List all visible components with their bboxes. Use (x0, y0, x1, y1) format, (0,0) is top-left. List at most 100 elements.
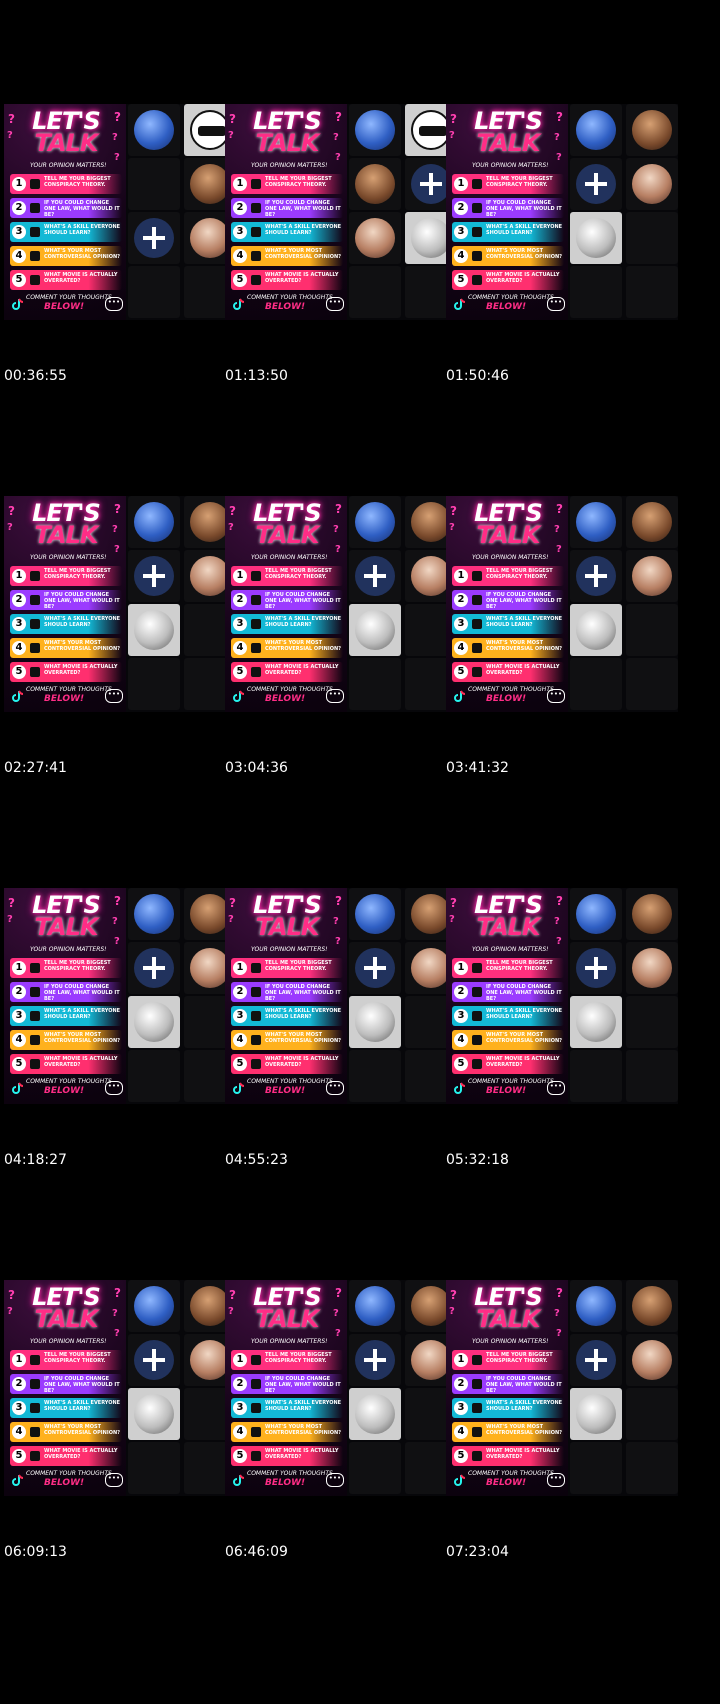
participant-tile[interactable] (626, 942, 678, 994)
poster-topic-3: 3 WHAT'S A SKILL EVERYONE SHOULD LEARN? (452, 222, 564, 242)
add-participant-button[interactable] (128, 1334, 180, 1386)
add-participant-button[interactable] (570, 158, 622, 210)
participant-tile[interactable] (570, 1280, 622, 1332)
tiktok-icon (453, 297, 467, 311)
topic-icon (472, 1011, 482, 1021)
poster-title-line2: TALK (34, 129, 99, 157)
participant-tile[interactable] (349, 104, 401, 156)
participant-tile[interactable] (626, 104, 678, 156)
participant-tile[interactable] (626, 888, 678, 940)
topic-number: 2 (454, 593, 468, 607)
question-mark-decoration: ? (556, 502, 563, 516)
participant-tile[interactable] (128, 104, 180, 156)
participant-tile[interactable] (570, 212, 622, 264)
poster-topic-3: 3 WHAT'S A SKILL EVERYONE SHOULD LEARN? (10, 1006, 122, 1026)
participant-tile[interactable] (570, 888, 622, 940)
avatar-girl (632, 164, 672, 204)
participant-tile[interactable] (349, 212, 401, 264)
empty-tile (570, 1050, 622, 1102)
avatar-brown (355, 164, 395, 204)
frame-timestamp: 01:50:46 (446, 368, 509, 384)
participant-tile[interactable] (128, 888, 180, 940)
poster-below: BELOW! (486, 1478, 527, 1488)
poster-topic-5: 5 WHAT MOVIE IS ACTUALLY OVERRATED? (10, 270, 122, 290)
poster-subtitle: YOUR OPINION MATTERS! (30, 162, 107, 169)
topic-icon (30, 1379, 40, 1389)
participant-tile[interactable] (128, 1388, 180, 1440)
poster-below: BELOW! (44, 694, 85, 704)
topic-icon (30, 595, 40, 605)
participant-tile[interactable] (626, 550, 678, 602)
participant-tile[interactable] (349, 1388, 401, 1440)
topic-number: 1 (12, 569, 26, 583)
avatar-silver (134, 610, 174, 650)
topic-number: 1 (233, 961, 247, 975)
participant-tile[interactable] (349, 888, 401, 940)
frame-timestamp: 03:04:36 (225, 760, 288, 776)
question-mark-decoration: ? (449, 130, 455, 141)
topic-icon (30, 179, 40, 189)
topic-icon (30, 667, 40, 677)
participant-tile[interactable] (570, 996, 622, 1048)
participant-tile[interactable] (570, 1388, 622, 1440)
participant-tile[interactable] (349, 604, 401, 656)
topic-text: WHAT'S A SKILL EVERYONE SHOULD LEARN? (486, 1008, 563, 1020)
participant-tile[interactable] (128, 996, 180, 1048)
participant-tile[interactable] (349, 1280, 401, 1332)
tiktok-icon (11, 297, 25, 311)
poster-topic-4: 4 WHAT'S YOUR MOST CONTROVERSIAL OPINION… (10, 638, 122, 658)
topic-icon (472, 227, 482, 237)
poster-subtitle: YOUR OPINION MATTERS! (251, 162, 328, 169)
participant-tile[interactable] (570, 104, 622, 156)
topic-number: 2 (233, 201, 247, 215)
add-participant-button[interactable] (570, 550, 622, 602)
participant-tile[interactable] (349, 158, 401, 210)
participant-tile[interactable] (349, 496, 401, 548)
chat-bubble-icon: ••• (105, 1473, 123, 1487)
topic-text: IF YOU COULD CHANGE ONE LAW, WHAT WOULD … (486, 984, 562, 1002)
topic-icon (251, 1427, 261, 1437)
poster-title-line2: TALK (34, 521, 99, 549)
participant-tile[interactable] (349, 996, 401, 1048)
poster-topic-4: 4 WHAT'S YOUR MOST CONTROVERSIAL OPINION… (452, 246, 564, 266)
participant-tile[interactable] (128, 604, 180, 656)
topic-number: 5 (233, 273, 247, 287)
participant-tile[interactable] (570, 496, 622, 548)
lets-talk-poster: ????? LET'S TALK YOUR OPINION MATTERS! 1… (4, 1280, 126, 1496)
topic-icon (251, 571, 261, 581)
topic-icon (251, 667, 261, 677)
participant-tile[interactable] (128, 1280, 180, 1332)
empty-tile (128, 158, 180, 210)
topic-number: 1 (454, 177, 468, 191)
topic-number: 5 (454, 273, 468, 287)
add-participant-button[interactable] (349, 1334, 401, 1386)
add-participant-button[interactable] (128, 212, 180, 264)
empty-tile (570, 266, 622, 318)
add-participant-button[interactable] (570, 1334, 622, 1386)
poster-topic-4: 4 WHAT'S YOUR MOST CONTROVERSIAL OPINION… (452, 1030, 564, 1050)
participant-tile[interactable] (626, 1280, 678, 1332)
add-participant-button[interactable] (349, 550, 401, 602)
participant-tile[interactable] (626, 1334, 678, 1386)
question-mark-decoration: ? (335, 894, 342, 908)
participant-tile[interactable] (128, 496, 180, 548)
participant-tile[interactable] (626, 158, 678, 210)
add-participant-button[interactable] (349, 942, 401, 994)
avatar-brown (632, 1286, 672, 1326)
topic-number: 3 (233, 225, 247, 239)
add-participant-button[interactable] (570, 942, 622, 994)
poster-topic-1: 1 TELL ME YOUR BIGGEST CONSPIRACY THEORY… (10, 1350, 122, 1370)
participant-tile[interactable] (570, 604, 622, 656)
poster-topic-1: 1 TELL ME YOUR BIGGEST CONSPIRACY THEORY… (452, 1350, 564, 1370)
participant-tile[interactable] (626, 496, 678, 548)
poster-topic-5: 5 WHAT MOVIE IS ACTUALLY OVERRATED? (452, 662, 564, 682)
topic-icon (472, 619, 482, 629)
add-participant-button[interactable] (128, 550, 180, 602)
video-frame: ????? LET'S TALK YOUR OPINION MATTERS! 1… (442, 392, 682, 832)
topic-number: 3 (454, 1401, 468, 1415)
question-mark-decoration: ? (335, 502, 342, 516)
topic-number: 2 (454, 201, 468, 215)
topic-icon (472, 643, 482, 653)
poster-topic-3: 3 WHAT'S A SKILL EVERYONE SHOULD LEARN? (452, 614, 564, 634)
add-participant-button[interactable] (128, 942, 180, 994)
